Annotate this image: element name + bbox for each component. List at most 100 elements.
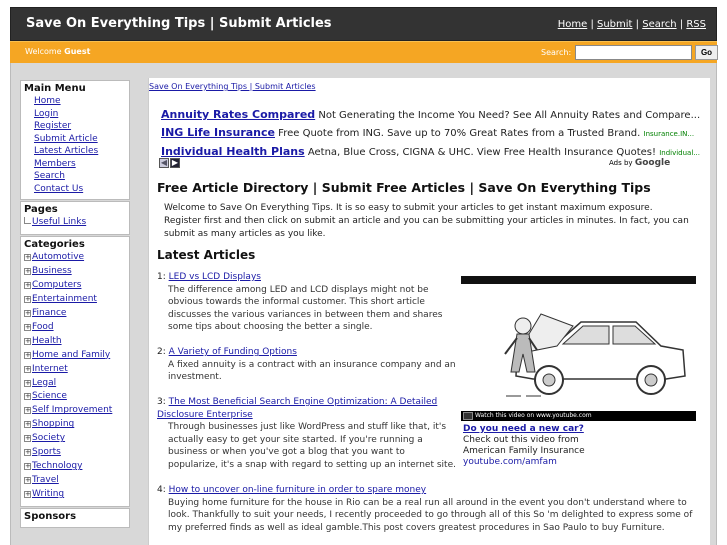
article-item: 4: How to uncover on-line furniture in o… (157, 484, 702, 534)
nav-submit-link[interactable]: Submit (597, 19, 632, 30)
ads-by-google[interactable]: Ads by Google (609, 158, 670, 168)
category-item: +Legal (24, 377, 57, 388)
ad-text: Free Quote from ING. Save up to 70% Grea… (278, 128, 641, 139)
nav-home-link[interactable]: Home (558, 19, 588, 30)
category-item: +Business (24, 265, 72, 276)
expand-icon[interactable]: + (24, 435, 31, 443)
site-header: Save On Everything Tips | Submit Article… (10, 7, 717, 41)
ad-next-icon[interactable]: ▶ (170, 158, 180, 168)
username: Guest (64, 47, 91, 56)
expand-icon[interactable]: + (24, 253, 31, 261)
pages-box: Pages Useful Links (20, 201, 130, 235)
menu-search[interactable]: Search (34, 170, 126, 183)
expand-icon[interactable]: + (24, 379, 31, 387)
search-go-button[interactable]: Go (695, 45, 718, 60)
category-item: +Self Improvement (24, 405, 113, 416)
expand-icon[interactable]: + (24, 309, 31, 317)
ad-title[interactable]: Annuity Rates Compared (161, 108, 315, 121)
nav-rss-link[interactable]: RSS (686, 19, 706, 30)
menu-contact-us[interactable]: Contact Us (34, 183, 126, 196)
expand-icon[interactable]: + (24, 323, 31, 331)
ad-item: Annuity Rates Compared Not Generating th… (161, 106, 700, 124)
ad-nav: ◀ ▶ (159, 158, 181, 168)
breadcrumb[interactable]: Save On Everything Tips | Submit Article… (149, 82, 316, 91)
expand-icon[interactable]: + (24, 421, 31, 429)
menu-latest-articles[interactable]: Latest Articles (34, 145, 126, 158)
ad-url[interactable]: Individual... (659, 149, 700, 157)
top-nav: Home | Submit | Search | RSS (557, 19, 706, 30)
category-item: +Computers (24, 279, 82, 290)
tree-line-icon (24, 217, 31, 224)
expand-icon[interactable]: + (24, 407, 31, 415)
site-title: Save On Everything Tips | Submit Article… (26, 16, 332, 31)
expand-icon[interactable]: + (24, 393, 31, 401)
expand-icon[interactable]: + (24, 491, 31, 499)
category-item: +Finance (24, 307, 67, 318)
pages-title: Pages (24, 204, 58, 215)
expand-icon[interactable]: + (24, 365, 31, 373)
nav-search-link[interactable]: Search (642, 19, 676, 30)
article-item: 2: A Variety of Funding Options A fixed … (157, 347, 456, 383)
category-item: +Automotive (24, 251, 85, 262)
category-item: +Technology (24, 461, 83, 472)
category-item: +Science (24, 391, 67, 402)
play-icon[interactable] (463, 412, 473, 420)
sponsors-title: Sponsors (24, 511, 77, 523)
sponsors-box: Sponsors (20, 508, 130, 529)
category-item: +Health (24, 335, 62, 346)
search-label: Search: (541, 48, 572, 57)
menu-submit-article[interactable]: Submit Article (34, 133, 126, 146)
video-url[interactable]: youtube.com/amfam (463, 457, 696, 468)
article-link[interactable]: How to uncover on-line furniture in orde… (169, 485, 426, 495)
article-desc: The difference among LED and LCD display… (168, 284, 443, 333)
article-link[interactable]: A Variety of Funding Options (169, 347, 297, 357)
expand-icon[interactable]: + (24, 351, 31, 359)
main-menu-title: Main Menu (24, 83, 86, 94)
categories-box: Categories +Automotive +Business +Comput… (20, 235, 130, 508)
expand-icon[interactable]: + (24, 477, 31, 485)
expand-icon[interactable]: + (24, 295, 31, 303)
expand-icon[interactable]: + (24, 449, 31, 457)
page-useful-links[interactable]: Useful Links (32, 217, 86, 227)
expand-icon[interactable]: + (24, 337, 31, 345)
ad-text: Not Generating the Income You Need? See … (318, 110, 701, 121)
video-title[interactable]: Do you need a new car? (463, 424, 696, 435)
ad-title[interactable]: Individual Health Plans (161, 145, 305, 158)
expand-icon[interactable]: + (24, 281, 31, 289)
sidebar: Main Menu Home Login Register Submit Art… (20, 80, 130, 529)
menu-members[interactable]: Members (34, 158, 126, 171)
menu-register[interactable]: Register (34, 120, 126, 133)
main-content: Save On Everything Tips | Submit Article… (148, 78, 710, 545)
article-item: 1: LED vs LCD Displays The difference am… (157, 271, 457, 334)
article-desc: A fixed annuity is a contract with an in… (168, 359, 456, 383)
ad-url[interactable]: Insurance.IN... (644, 130, 695, 138)
article-desc: Buying home furniture for the house in R… (168, 497, 693, 533)
category-item: +Writing (24, 489, 65, 500)
category-item: +Travel (24, 475, 59, 486)
category-item: +Entertainment (24, 293, 97, 304)
expand-icon[interactable]: + (24, 463, 31, 471)
article-desc: Through businesses just like WordPress a… (168, 422, 456, 470)
ad-title[interactable]: ING Life Insurance (161, 126, 275, 139)
intro-text: Welcome to Save On Everything Tips. It i… (164, 203, 689, 239)
ad-prev-icon[interactable]: ◀ (159, 158, 169, 168)
search-input[interactable] (575, 45, 692, 60)
latest-articles-heading: Latest Articles (157, 248, 256, 262)
main-menu: Main Menu Home Login Register Submit Art… (20, 80, 130, 200)
car-illustration (461, 284, 696, 411)
google-logo: Google (634, 158, 671, 168)
ad-block: Annuity Rates Compared Not Generating th… (161, 106, 700, 162)
category-item: +Internet (24, 363, 68, 374)
welcome-text: Welcome Guest (25, 47, 91, 56)
category-item: +Society (24, 433, 66, 444)
ad-item: Individual Health Plans Aetna, Blue Cros… (161, 143, 700, 162)
category-item: +Food (24, 321, 54, 332)
watch-on-youtube[interactable]: Watch this video on www.youtube.com (475, 412, 592, 419)
expand-icon[interactable]: + (24, 267, 31, 275)
ad-item: ING Life Insurance Free Quote from ING. … (161, 124, 694, 143)
video-player[interactable]: Watch this video on www.youtube.com (461, 276, 696, 421)
menu-home[interactable]: Home (34, 95, 126, 108)
menu-login[interactable]: Login (34, 108, 126, 121)
article-link[interactable]: LED vs LCD Displays (169, 272, 261, 282)
article-link[interactable]: The Most Beneficial Search Engine Optimi… (157, 397, 437, 420)
